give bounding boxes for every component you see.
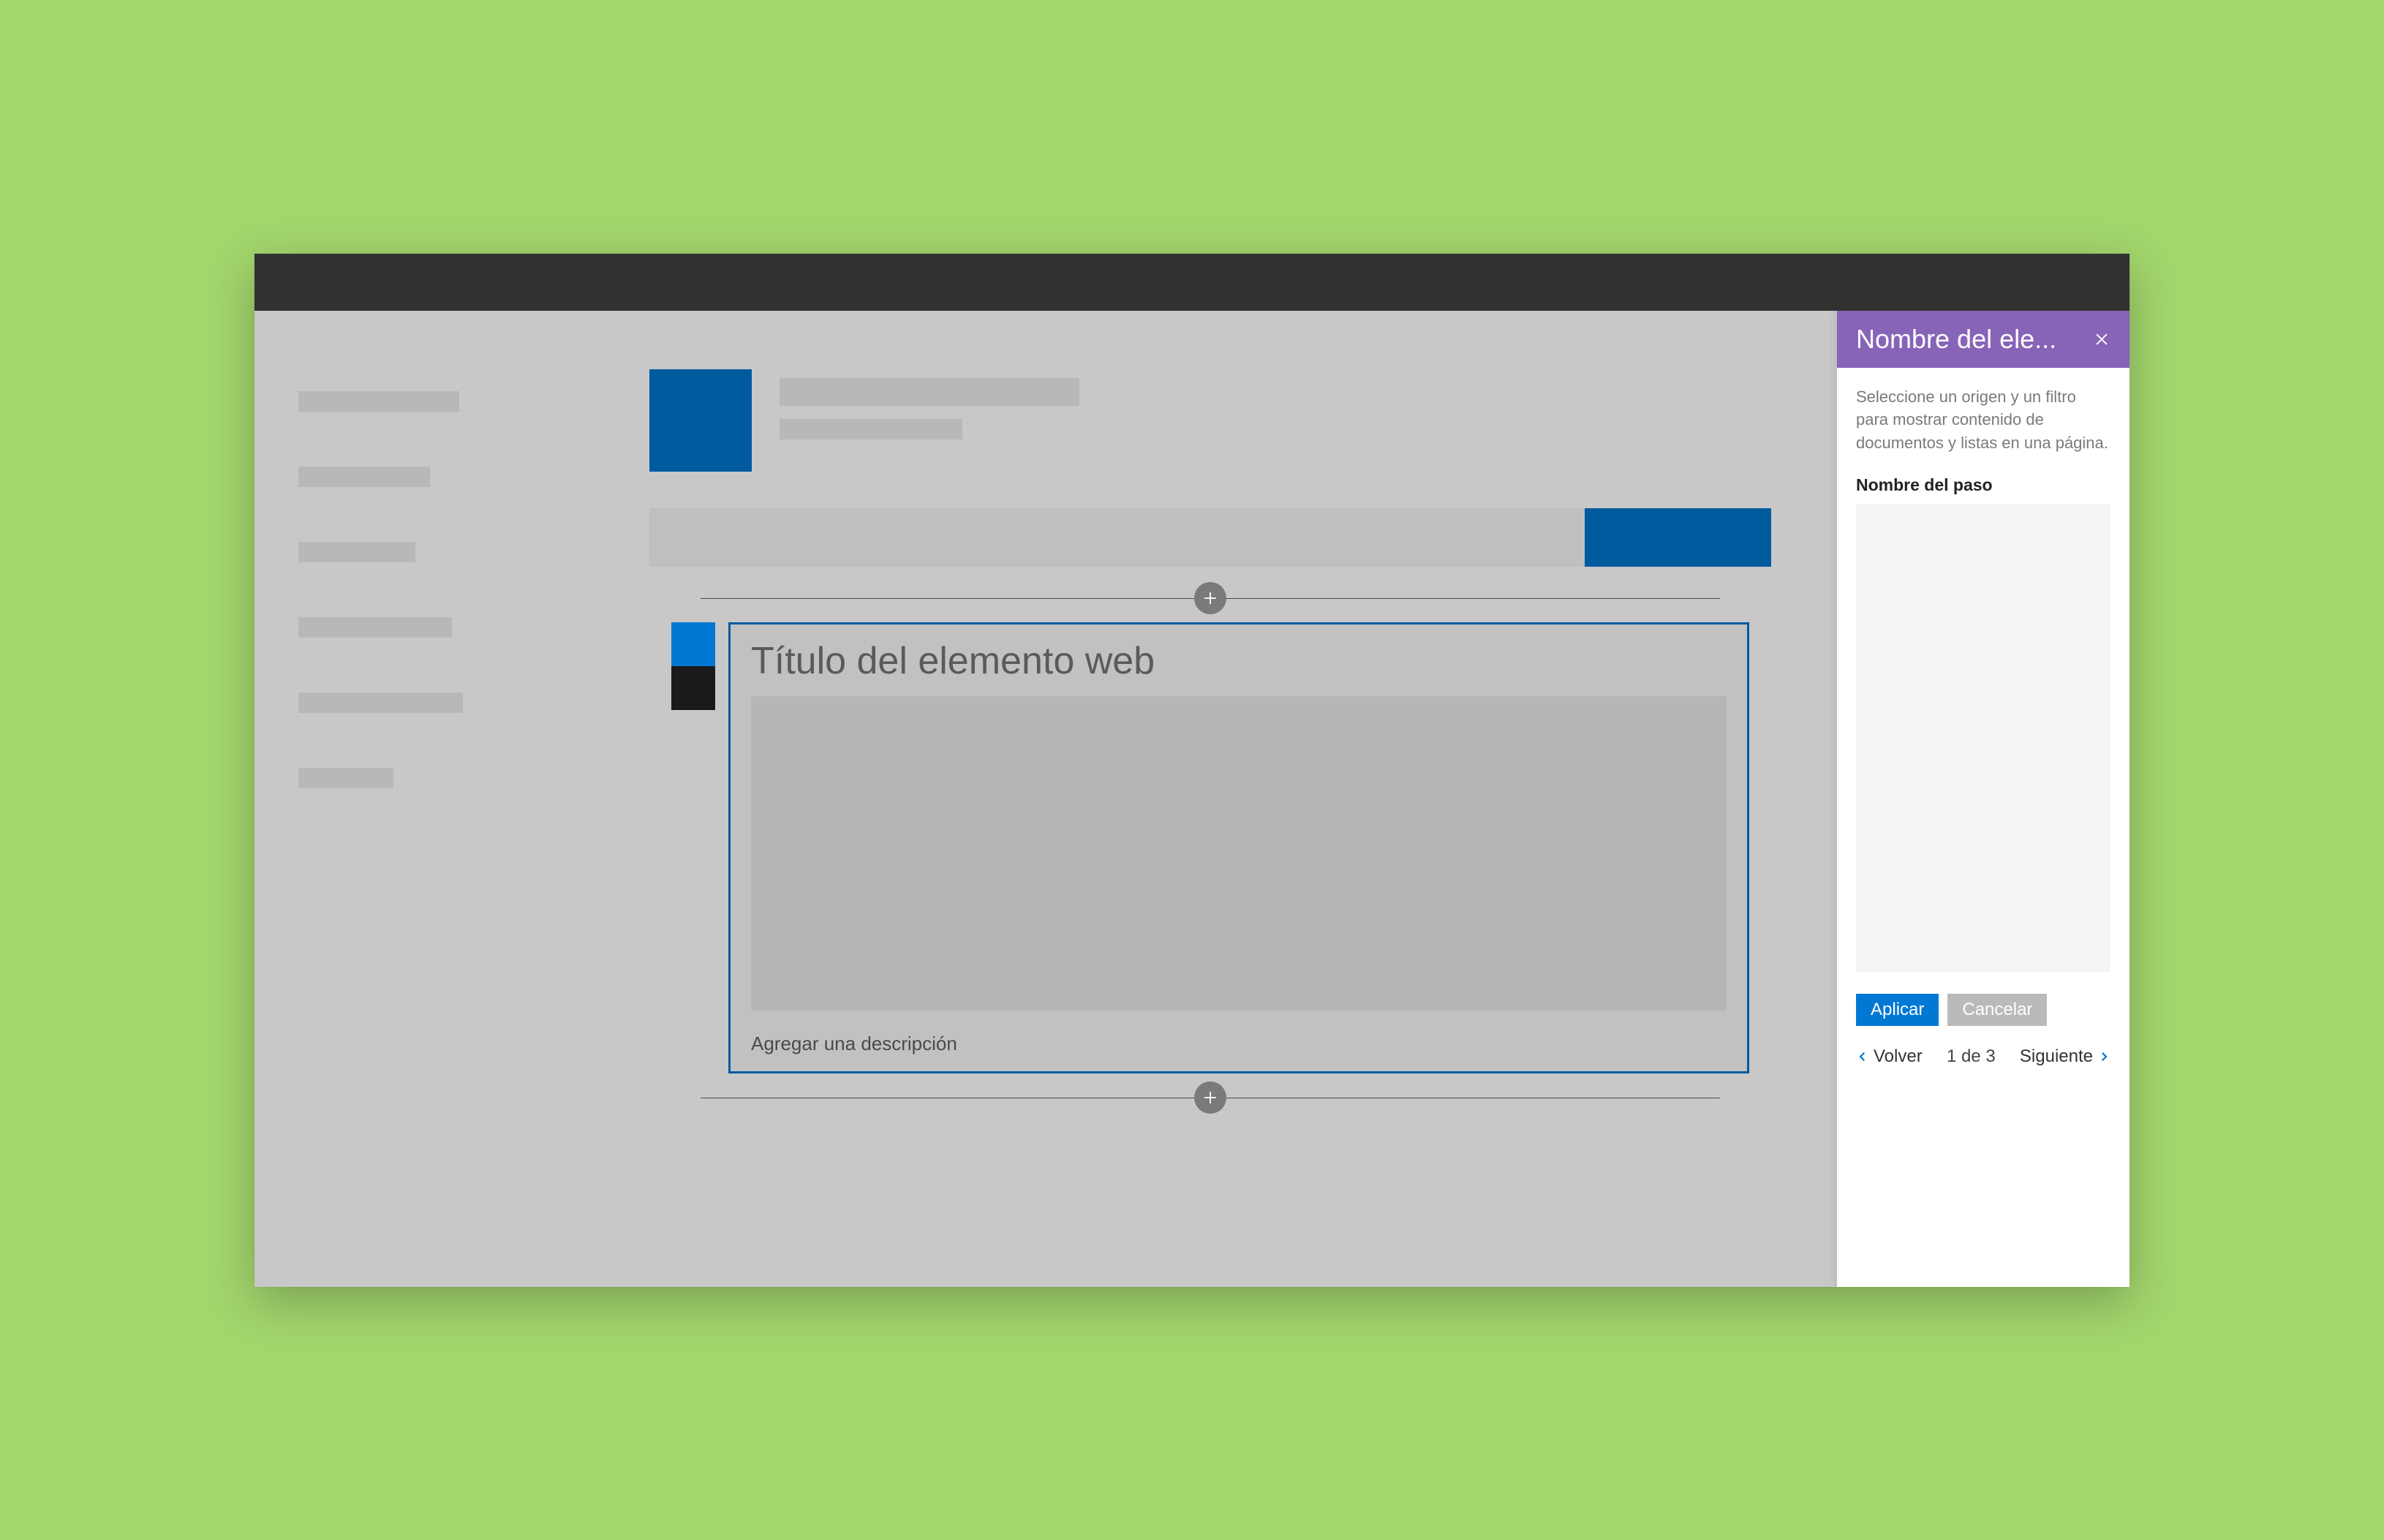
panel-actions: Aplicar Cancelar xyxy=(1856,994,2110,1026)
property-panel: Nombre del ele... Seleccione un origen y… xyxy=(1837,311,2130,1287)
nav-item[interactable] xyxy=(298,617,452,638)
webpart-body[interactable] xyxy=(751,696,1727,1011)
panel-title: Nombre del ele... xyxy=(1856,324,2056,355)
nav-item[interactable] xyxy=(298,467,430,487)
left-nav xyxy=(254,311,606,1287)
command-bar xyxy=(649,508,1771,567)
webpart-title[interactable]: Título del elemento web xyxy=(751,639,1727,683)
site-logo xyxy=(649,369,752,472)
webpart-row: Título del elemento web Agregar una desc… xyxy=(671,622,1749,1073)
plus-icon[interactable] xyxy=(1194,582,1226,614)
add-section-top[interactable] xyxy=(701,586,1720,611)
primary-action-button[interactable] xyxy=(1585,508,1771,567)
back-label: Volver xyxy=(1874,1046,1923,1067)
nav-item[interactable] xyxy=(298,692,463,713)
page-title-placeholder xyxy=(780,378,1079,406)
title-bar xyxy=(254,254,2130,311)
cancel-button[interactable]: Cancelar xyxy=(1947,994,2047,1026)
webpart-toolbar xyxy=(671,622,715,1073)
chevron-left-icon xyxy=(1856,1050,1869,1063)
main-content: Título del elemento web Agregar una desc… xyxy=(606,311,1837,1287)
back-button[interactable]: Volver xyxy=(1856,1046,1923,1067)
page-header xyxy=(649,369,1771,472)
nav-item[interactable] xyxy=(298,542,415,562)
webpart-edit-button[interactable] xyxy=(671,622,715,666)
page-subtitle-placeholder xyxy=(780,419,962,439)
step-indicator: 1 de 3 xyxy=(1947,1046,1996,1067)
panel-step-label: Nombre del paso xyxy=(1856,475,2110,495)
nav-item[interactable] xyxy=(298,391,459,412)
panel-config-area[interactable] xyxy=(1856,504,2110,972)
webpart[interactable]: Título del elemento web Agregar una desc… xyxy=(728,622,1749,1073)
app-body: Título del elemento web Agregar una desc… xyxy=(254,311,2130,1287)
panel-description: Seleccione un origen y un filtro para mo… xyxy=(1856,385,2110,456)
panel-step-nav: Volver 1 de 3 Siguiente xyxy=(1856,1046,2110,1074)
panel-body: Seleccione un origen y un filtro para mo… xyxy=(1837,368,2130,1287)
next-label: Siguiente xyxy=(2020,1046,2093,1067)
page-header-text xyxy=(780,369,1079,439)
apply-button[interactable]: Aplicar xyxy=(1856,994,1939,1026)
webpart-description[interactable]: Agregar una descripción xyxy=(751,1033,1727,1055)
plus-icon[interactable] xyxy=(1194,1082,1226,1114)
close-button[interactable] xyxy=(2087,325,2116,354)
app-window: Título del elemento web Agregar una desc… xyxy=(254,254,2130,1287)
next-button[interactable]: Siguiente xyxy=(2020,1046,2110,1067)
close-icon xyxy=(2094,331,2110,347)
panel-header: Nombre del ele... xyxy=(1837,311,2130,368)
nav-item[interactable] xyxy=(298,768,393,788)
webpart-move-button[interactable] xyxy=(671,666,715,710)
chevron-right-icon xyxy=(2097,1050,2110,1063)
add-section-bottom[interactable] xyxy=(701,1085,1720,1110)
